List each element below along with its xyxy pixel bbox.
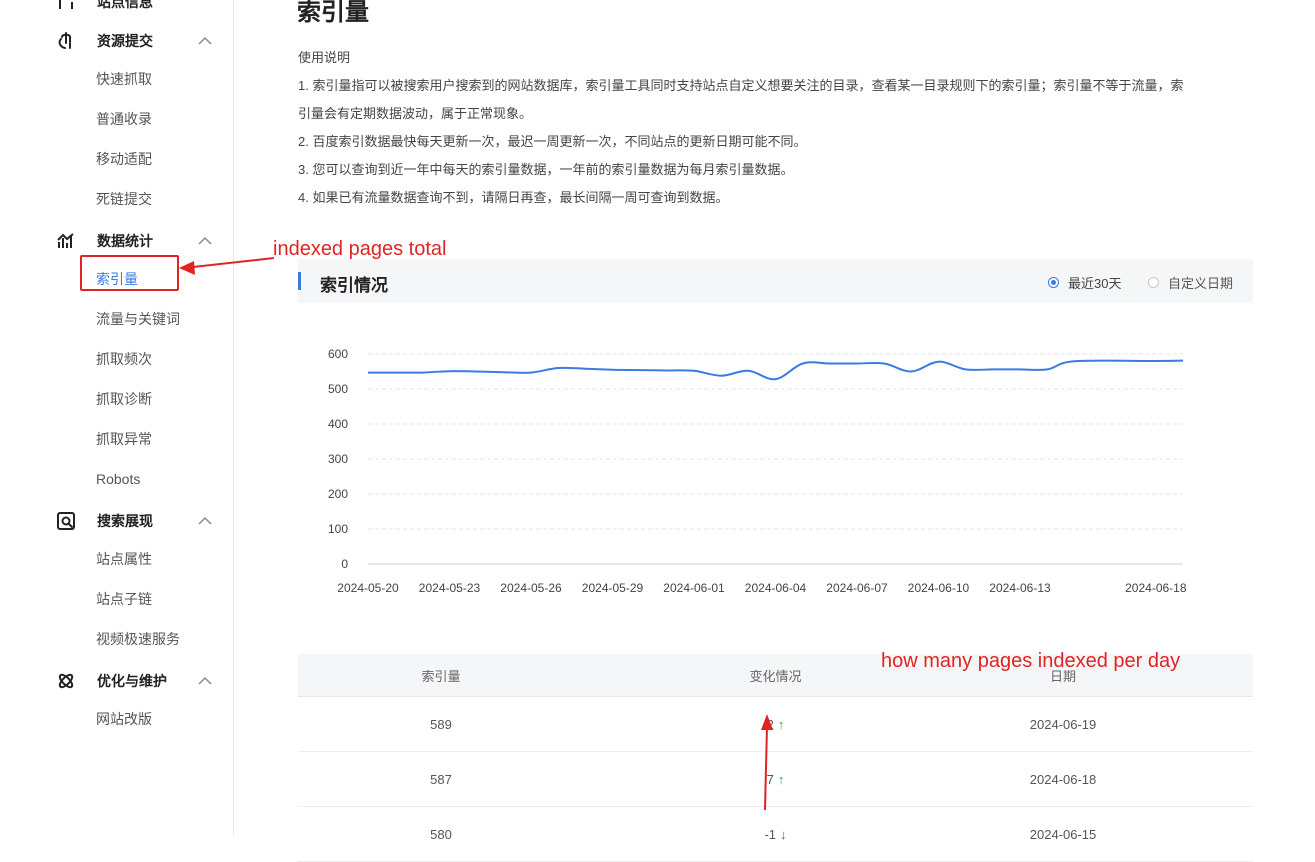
index-table: 索引量 变化情况 日期 589 2 ↑ 2024-06-19 587 7 ↑ 202… — [298, 654, 1253, 862]
index-panel-header: 索引情况 最近30天 自定义日期 — [298, 259, 1253, 303]
sidebar-item-normal-index[interactable]: 普通收录 — [96, 109, 152, 129]
x-tick-label: 2024-05-26 — [500, 581, 562, 595]
index-count-cell: 587 — [430, 771, 452, 787]
x-tick-label: 2024-06-18 — [1125, 581, 1187, 595]
sidebar-item-crawl-errors[interactable]: 抓取异常 — [96, 429, 152, 449]
search-display-icon — [55, 510, 77, 532]
arrow-up-icon: ↑ — [777, 716, 785, 732]
panel-title: 索引情况 — [320, 276, 388, 295]
sidebar-item-site-sublinks[interactable]: 站点子链 — [96, 589, 152, 609]
arrow-up-icon: ↑ — [777, 771, 785, 787]
change-cell: -1 ↓ — [628, 807, 923, 861]
instruction-line: 引量会有定期数据波动，属于正常现象。 — [298, 106, 533, 121]
arrow-down-icon: ↓ — [780, 826, 787, 842]
sidebar-section-title: 搜索展现 — [97, 513, 153, 529]
x-tick-label: 2024-05-29 — [582, 581, 644, 595]
chevron-up-icon[interactable] — [197, 513, 213, 529]
site-info-icon — [55, 0, 77, 13]
radio-label: 自定义日期 — [1168, 276, 1234, 291]
instruction-line: 3. 您可以查询到近一年中每天的索引量数据，一年前的索引量数据为每月索引量数据。 — [298, 162, 794, 177]
chevron-up-icon[interactable] — [197, 233, 213, 249]
change-value: 7 — [766, 771, 774, 787]
table-row: 587 7 ↑ 2024-06-18 — [298, 752, 1253, 807]
sidebar: 站点信息 资源提交 快速抓取 普通收录 移动适配 死链提交 数据统计 索引量 流… — [0, 0, 234, 836]
radio-custom-date[interactable]: 自定义日期 — [1148, 273, 1233, 292]
sidebar-section-optimize[interactable]: 优化与维护 — [0, 663, 233, 699]
sidebar-section-title: 资源提交 — [97, 33, 153, 49]
sidebar-section-title: 优化与维护 — [97, 673, 167, 689]
x-tick-label: 2024-06-13 — [989, 581, 1051, 595]
instructions-heading: 使用说明 — [298, 50, 351, 65]
sidebar-item-crawl-diagnosis[interactable]: 抓取诊断 — [96, 389, 152, 409]
sidebar-item-site-revision[interactable]: 网站改版 — [96, 709, 152, 729]
change-cell: 2 ↑ — [628, 697, 923, 751]
page-title: 索引量 — [297, 0, 369, 26]
annotation-per-day: how many pages indexed per day — [881, 650, 1181, 672]
sidebar-item-traffic-keywords[interactable]: 流量与关键词 — [96, 309, 180, 329]
date-cell: 2024-06-19 — [1029, 716, 1097, 732]
optimize-maintain-icon — [55, 670, 77, 692]
usage-instructions: 使用说明 1. 索引量指可以被搜索用户搜索到的网站数据库，索引量工具同时支持站点… — [298, 44, 1258, 212]
sidebar-item-index-count[interactable]: 索引量 — [96, 269, 138, 289]
radio-recent-30-days[interactable]: 最近30天 — [1048, 273, 1121, 292]
table-row: 580 -1 ↓ 2024-06-15 — [298, 807, 1253, 862]
index-count-cell: 589 — [430, 716, 452, 732]
series-line — [368, 359, 1184, 381]
radio-dot-icon — [1148, 277, 1159, 288]
radio-label: 最近30天 — [1068, 276, 1122, 291]
sidebar-section-data-stats[interactable]: 数据统计 — [0, 223, 233, 259]
change-value: 2 — [766, 716, 774, 732]
y-tick-label: 100 — [328, 522, 348, 536]
chevron-up-icon[interactable] — [197, 33, 213, 49]
data-stats-icon — [55, 230, 77, 252]
column-header: 变化情况 — [749, 668, 802, 684]
x-tick-label: 2024-06-10 — [908, 581, 970, 595]
x-tick-label: 2024-06-01 — [663, 581, 725, 595]
sidebar-section-title: 数据统计 — [97, 233, 153, 249]
sidebar-section-title: 站点信息 — [97, 0, 153, 10]
y-tick-label: 500 — [328, 382, 348, 396]
sidebar-item-video-service[interactable]: 视频极速服务 — [96, 629, 180, 649]
y-tick-label: 600 — [328, 347, 348, 361]
annotation-indexed-total: indexed pages total — [273, 238, 447, 260]
x-tick-label: 2024-05-20 — [337, 581, 399, 595]
sidebar-item-deadlink-submit[interactable]: 死链提交 — [96, 189, 152, 209]
change-value: -1 — [764, 826, 777, 842]
sidebar-section-site-info[interactable]: 站点信息 — [0, 0, 233, 20]
sidebar-item-site-attributes[interactable]: 站点属性 — [96, 549, 152, 569]
sidebar-item-robots[interactable]: Robots — [96, 469, 140, 489]
sidebar-section-search-display[interactable]: 搜索展现 — [0, 503, 233, 539]
change-cell: 7 ↑ — [628, 752, 923, 806]
instruction-line: 4. 如果已有流量数据查询不到，请隔日再查，最长间隔一周可查询到数据。 — [298, 190, 729, 205]
chevron-up-icon[interactable] — [197, 673, 213, 689]
x-tick-label: 2024-05-23 — [419, 581, 481, 595]
y-tick-label: 400 — [328, 417, 348, 431]
y-tick-label: 0 — [341, 557, 348, 571]
sidebar-item-crawl-frequency[interactable]: 抓取频次 — [96, 349, 152, 369]
index-count-cell: 580 — [430, 826, 452, 842]
y-tick-label: 300 — [328, 452, 348, 466]
table-row: 589 2 ↑ 2024-06-19 — [298, 697, 1253, 752]
y-tick-label: 200 — [328, 487, 348, 501]
date-cell: 2024-06-15 — [1029, 826, 1097, 842]
radio-dot-icon — [1048, 277, 1059, 288]
column-header: 索引量 — [421, 668, 461, 684]
sidebar-item-mobile-adapt[interactable]: 移动适配 — [96, 149, 152, 169]
x-tick-label: 2024-06-04 — [745, 581, 807, 595]
panel-accent-bar — [298, 272, 301, 290]
index-line-chart: 0 100 200 300 400 500 600 2024-05-20 2024-05-23 2… — [328, 347, 1187, 595]
date-cell: 2024-06-18 — [1029, 771, 1097, 787]
x-tick-label: 2024-06-07 — [826, 581, 888, 595]
instruction-line: 2. 百度索引数据最快每天更新一次，最迟一周更新一次，不同站点的更新日期可能不同… — [298, 134, 807, 149]
sidebar-item-quick-crawl[interactable]: 快速抓取 — [96, 69, 152, 89]
sidebar-section-resource-submit[interactable]: 资源提交 — [0, 23, 233, 59]
instruction-line: 1. 索引量指可以被搜索用户搜索到的网站数据库，索引量工具同时支持站点自定义想要… — [298, 78, 1184, 93]
resource-submit-icon — [55, 30, 77, 52]
